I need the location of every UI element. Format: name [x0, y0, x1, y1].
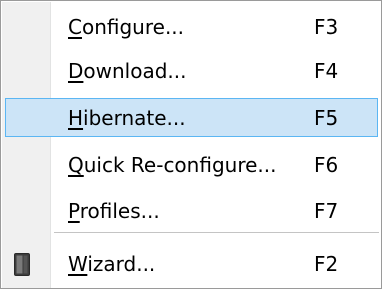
- wizard-icon: [14, 253, 30, 276]
- menu-item-label: Quick Re-configure...: [68, 152, 277, 177]
- context-menu: Configure... F3 Download... F4 Hibernate…: [0, 0, 382, 289]
- menu-item-wizard[interactable]: Wizard... F2: [5, 244, 378, 283]
- menu-item-shortcut: F2: [314, 251, 339, 276]
- menu-item-shortcut: F7: [314, 198, 339, 223]
- menu-item-shortcut: F4: [314, 58, 339, 83]
- menu-separator: [54, 232, 379, 233]
- menu-item-configure[interactable]: Configure... F3: [5, 7, 378, 46]
- menu-item-download[interactable]: Download... F4: [5, 51, 378, 90]
- menu-item-shortcut: F6: [314, 152, 339, 177]
- menu-item-hibernate[interactable]: Hibernate... F5: [5, 98, 378, 137]
- menu-item-label: Configure...: [68, 14, 185, 39]
- menu-item-label: Wizard...: [68, 251, 156, 276]
- menu-item-label: Profiles...: [68, 198, 160, 223]
- menu-item-quick-reconfigure[interactable]: Quick Re-configure... F6: [5, 145, 378, 184]
- menu-item-label: Hibernate...: [68, 105, 186, 130]
- menu-item-shortcut: F3: [314, 14, 339, 39]
- menu-item-label: Download...: [68, 58, 187, 83]
- menu-item-profiles[interactable]: Profiles... F7: [5, 191, 378, 230]
- menu-item-shortcut: F5: [314, 105, 339, 130]
